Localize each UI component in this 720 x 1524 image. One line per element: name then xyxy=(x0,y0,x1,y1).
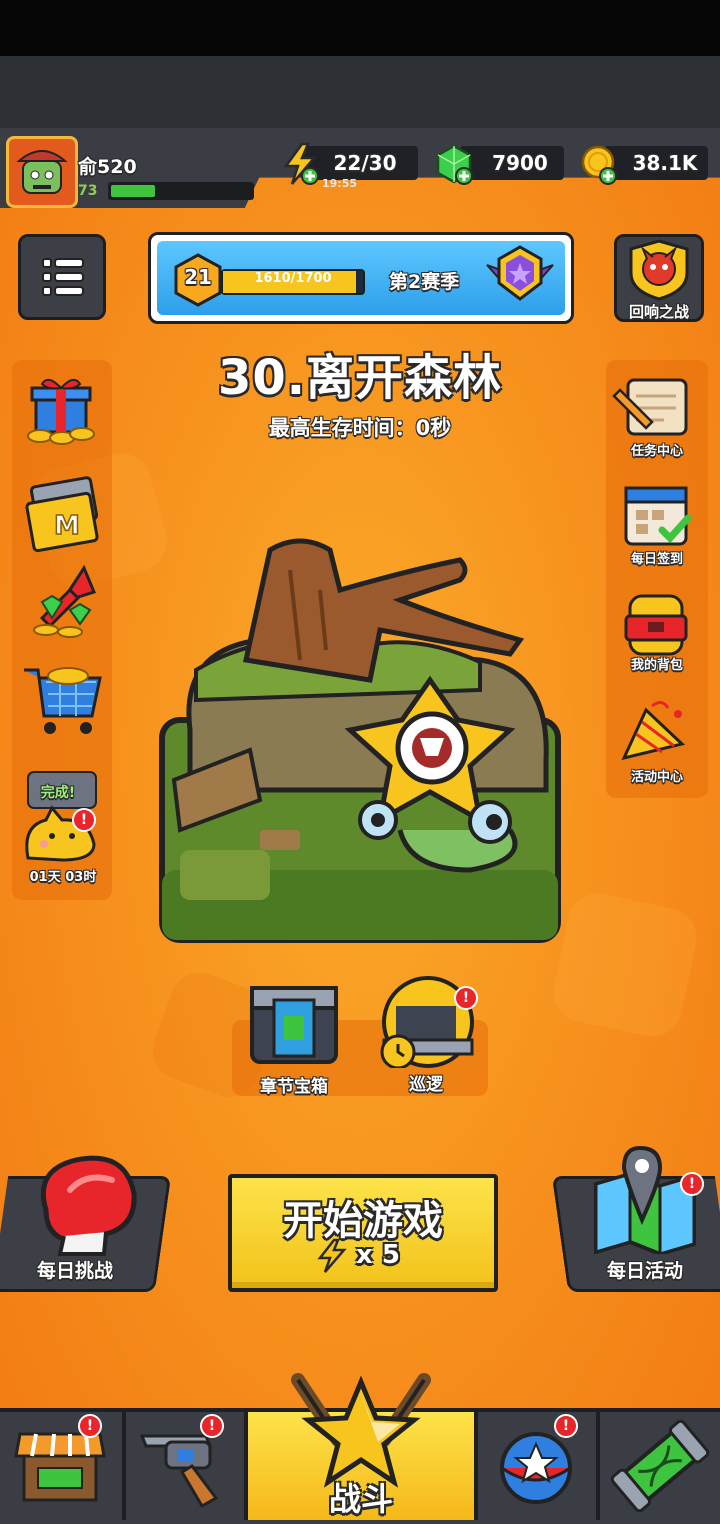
dna-capsule-icon xyxy=(610,1419,710,1513)
gift-box-icon[interactable] xyxy=(22,372,102,452)
task-center-label: 任务中心 xyxy=(630,444,683,459)
season-progress-text: 1610/1700 xyxy=(254,271,332,286)
calendar-check-icon xyxy=(624,486,692,546)
energy-cost: x 5 xyxy=(356,1240,400,1270)
status-bar xyxy=(0,0,720,56)
revolver-icon xyxy=(139,1434,219,1509)
daily-event-label: 每日活动 xyxy=(606,1260,683,1282)
coins-value: 38.1K xyxy=(632,151,698,175)
season-banner[interactable]: 21 1610/1700 第2赛季 xyxy=(148,232,574,324)
top-band xyxy=(0,56,720,128)
energy-cost-icon xyxy=(316,1238,348,1278)
xp-bar xyxy=(108,182,254,200)
echo-battle-label: 回响之战 xyxy=(628,303,689,321)
cat-reward-status: 完成! xyxy=(40,785,76,801)
monthly-card-icon[interactable]: M xyxy=(20,476,104,558)
backpack-button[interactable]: 我的背包 xyxy=(612,588,702,678)
energy-timer: 19:55 xyxy=(322,177,358,190)
season-level: 21 xyxy=(184,265,212,289)
player-name: 俞520 xyxy=(78,156,137,178)
patrol-badge: ! xyxy=(454,986,478,1010)
avatar[interactable] xyxy=(6,136,78,208)
shop-badge: ! xyxy=(78,1414,102,1438)
demon-shield-icon xyxy=(629,239,689,301)
nav-shop-tab[interactable] xyxy=(2,1412,120,1520)
bg-pattern xyxy=(547,887,703,1043)
boxing-glove-icon xyxy=(26,1150,142,1264)
echo-battle-button[interactable]: 回响之战 xyxy=(614,234,704,322)
daily-checkin-label: 每日签到 xyxy=(630,552,683,567)
patrol-label: 巡逻 xyxy=(409,1075,443,1095)
scroll-pencil-icon xyxy=(612,378,688,436)
daily-challenge-label: 每日挑战 xyxy=(36,1260,113,1282)
coin-icon xyxy=(580,142,620,190)
shop-icon xyxy=(14,1432,106,1502)
menu-button[interactable] xyxy=(18,234,106,320)
gem-icon xyxy=(436,142,476,190)
daily-event-badge: ! xyxy=(680,1172,704,1196)
battle-label: 战斗 xyxy=(328,1480,393,1518)
season-rank-icon xyxy=(483,243,557,313)
map-pin-icon xyxy=(590,1144,700,1258)
party-popper-icon xyxy=(621,701,686,761)
chest-icon xyxy=(250,986,338,1064)
event-center-button[interactable]: 活动中心 xyxy=(612,696,702,786)
energy-icon xyxy=(280,142,320,190)
task-center-button[interactable]: 任务中心 xyxy=(612,370,702,460)
nav-evolution-tab[interactable] xyxy=(600,1412,718,1520)
star-orb-icon xyxy=(500,1432,572,1504)
cat-reward-timer: 01天 03时 xyxy=(29,870,97,885)
nav-weapon-tab[interactable] xyxy=(126,1412,244,1520)
start-game-label: 开始游戏 xyxy=(283,1198,443,1244)
player-level: 73 xyxy=(78,183,98,199)
event-center-label: 活动中心 xyxy=(630,770,683,785)
energy-value: 22/30 xyxy=(333,151,397,175)
season-label: 第2赛季 xyxy=(389,271,460,293)
svg-text:M: M xyxy=(54,511,80,541)
nav-talent-tab[interactable] xyxy=(478,1412,596,1520)
backpack-label: 我的背包 xyxy=(630,658,683,673)
cat-reward-badge: ! xyxy=(72,808,96,832)
gems-value: 7900 xyxy=(492,151,548,175)
list-icon xyxy=(42,258,84,296)
talent-badge: ! xyxy=(554,1414,578,1438)
chapter-chest-label: 章节宝箱 xyxy=(260,1077,328,1097)
daily-checkin-button[interactable]: 每日签到 xyxy=(612,480,702,570)
chapter-illustration[interactable] xyxy=(150,530,570,954)
growth-fund-icon[interactable] xyxy=(22,562,102,646)
xp-bar-fill xyxy=(111,185,155,197)
backpack-icon xyxy=(624,594,688,656)
shopping-cart-icon[interactable] xyxy=(20,656,104,746)
weapon-badge: ! xyxy=(200,1414,224,1438)
chapter-chest-button[interactable]: 章节宝箱 xyxy=(246,980,342,1097)
